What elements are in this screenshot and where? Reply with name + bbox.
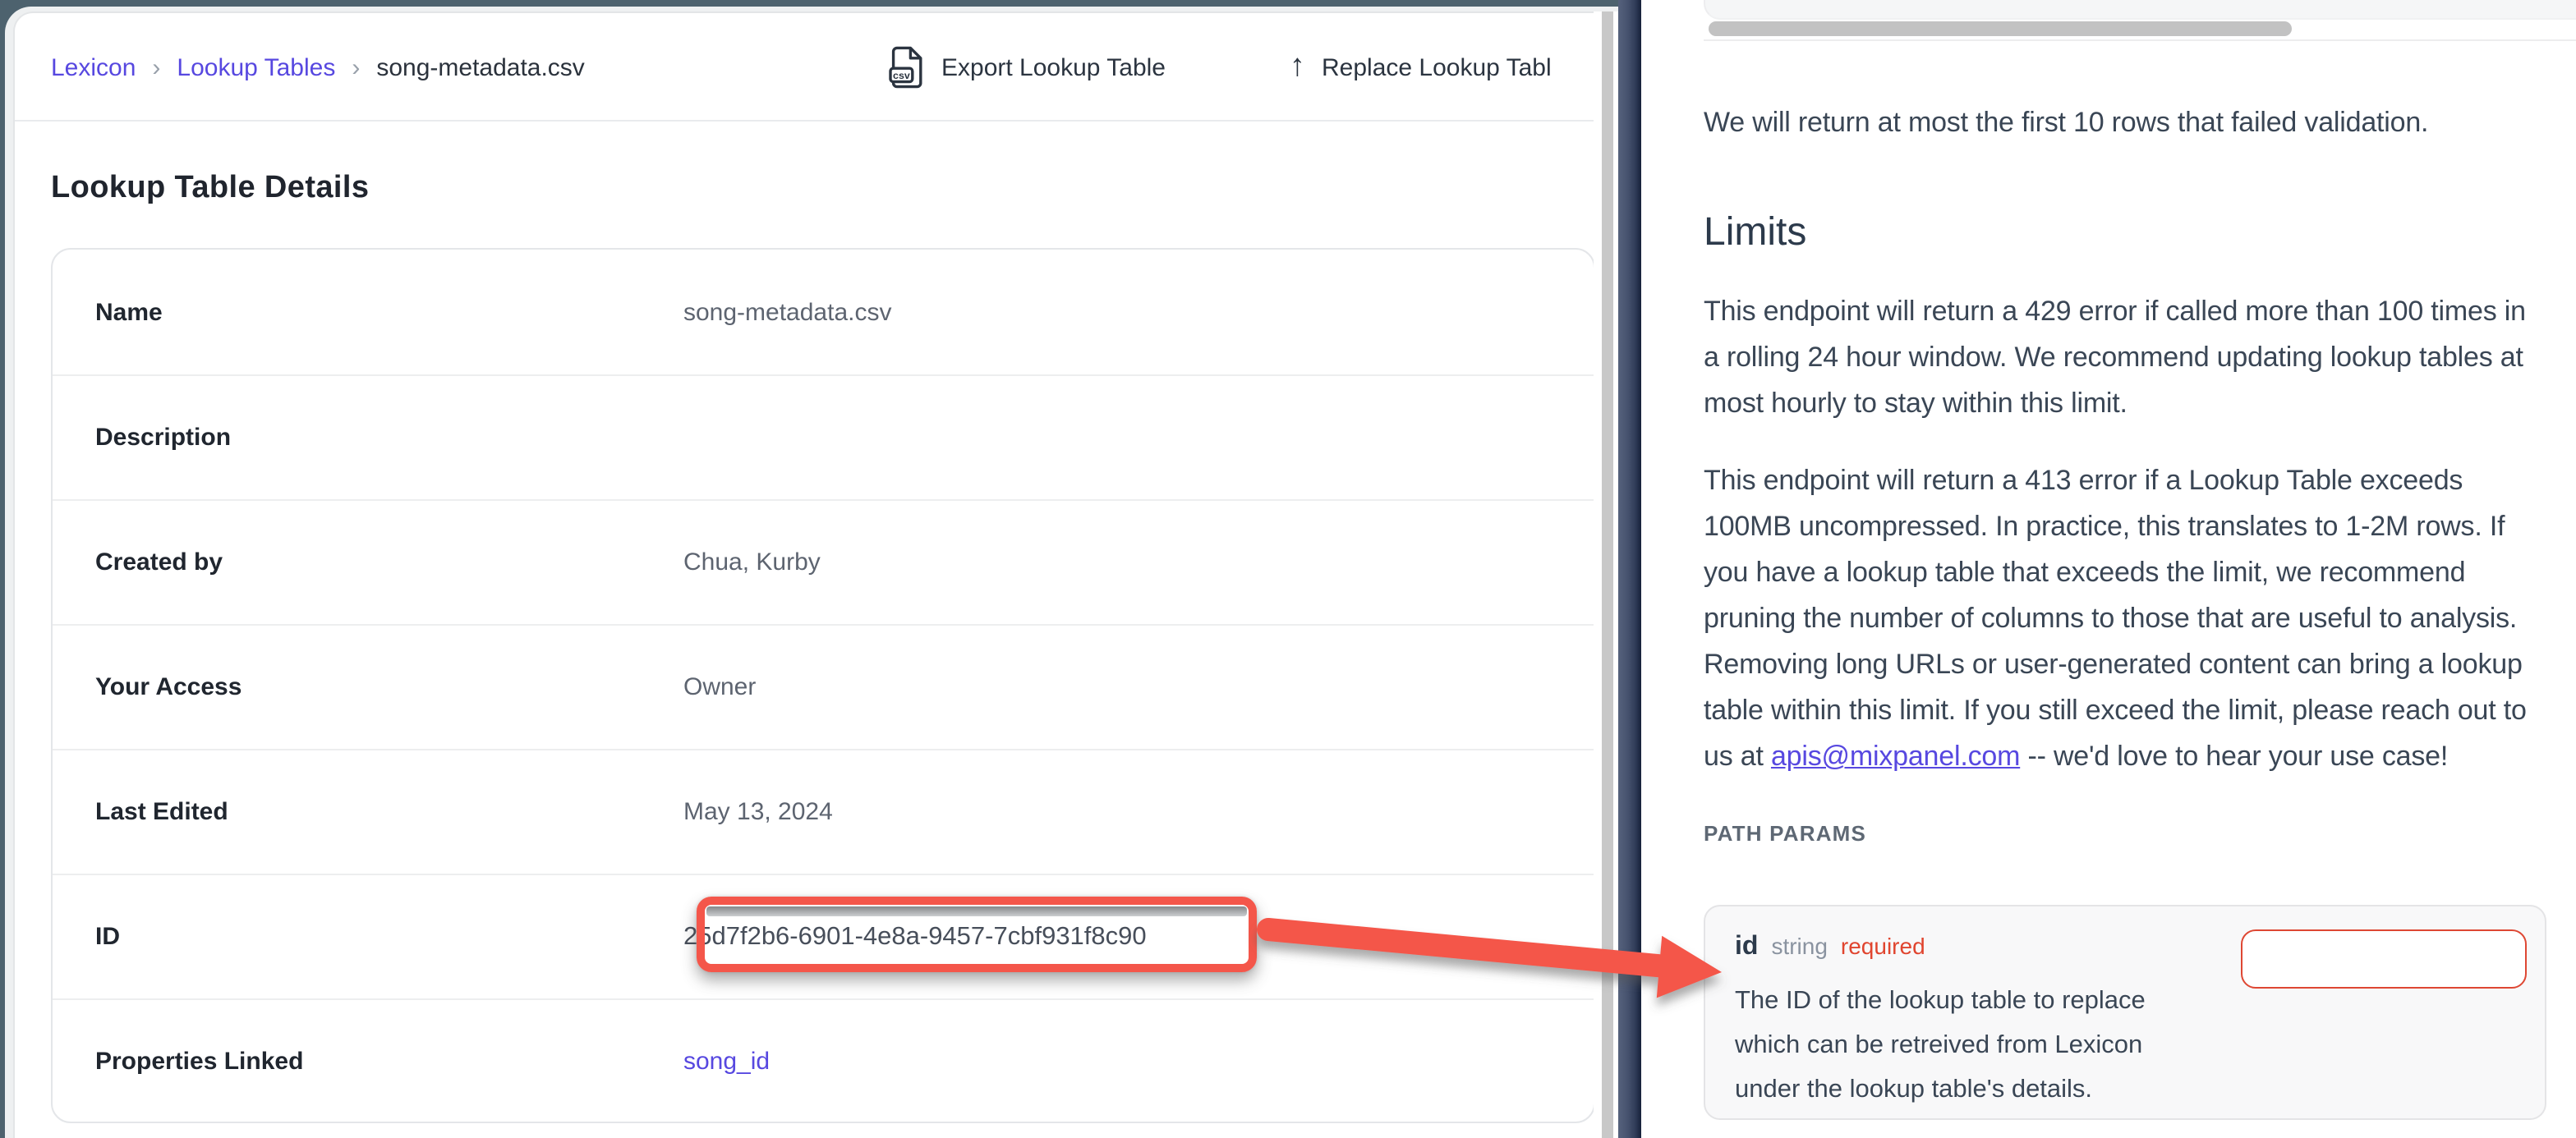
docs-content: We will return at most the first 10 rows… — [1704, 0, 2545, 879]
left-scrollbar-thumb[interactable] — [1602, 11, 1613, 1138]
lookup-table-details-card: Name song-metadata.csv Description Creat… — [51, 248, 1595, 1123]
table-row-properties-linked: Properties Linked song_id — [53, 998, 1594, 1123]
export-button-label: Export Lookup Table — [941, 53, 1166, 81]
breadcrumb-lexicon[interactable]: Lexicon — [51, 53, 136, 81]
row-label: Description — [53, 424, 683, 452]
table-row-description: Description — [53, 374, 1594, 499]
csv-file-icon: csv — [889, 46, 925, 89]
svg-text:csv: csv — [893, 70, 910, 81]
row-value: May 13, 2024 — [683, 798, 833, 826]
row-value: Chua, Kurby — [683, 548, 821, 576]
param-description: The ID of the lookup table to replace wh… — [1735, 979, 2146, 1112]
breadcrumb-bar: Lexicon › Lookup Tables › song-metadata.… — [15, 13, 1618, 122]
table-row-name: Name song-metadata.csv — [53, 250, 1594, 374]
left-scrollbar-track — [1594, 11, 1618, 1138]
param-description-line: which can be retreived from Lexicon — [1735, 1023, 2146, 1067]
docs-intro-text: We will return at most the first 10 rows… — [1704, 100, 2545, 146]
row-label: Your Access — [53, 673, 683, 701]
row-label: Created by — [53, 548, 683, 576]
path-params-label: PATH PARAMS — [1704, 811, 2545, 857]
id-annotation-highlight-box — [697, 897, 1257, 972]
row-value: Owner — [683, 673, 756, 701]
param-header: id string required — [1735, 933, 1925, 962]
chevron-right-icon: › — [352, 53, 360, 81]
screen: Lexicon › Lookup Tables › song-metadata.… — [0, 0, 2576, 1138]
id-param-input[interactable] — [2241, 929, 2527, 989]
param-description-line: under the lookup table's details. — [1735, 1067, 2146, 1112]
paragraph-text: This endpoint will return a 413 error if… — [1704, 465, 2527, 772]
param-description-line: The ID of the lookup table to replace — [1735, 979, 2146, 1023]
paragraph-text: -- we'd love to hear your use case! — [2020, 741, 2448, 772]
upload-arrow-icon: ↑ — [1290, 50, 1305, 81]
limits-paragraph-429: This endpoint will return a 429 error if… — [1704, 289, 2545, 427]
param-name: id — [1735, 933, 1758, 962]
table-row-your-access: Your Access Owner — [53, 624, 1594, 749]
window-divider — [1618, 0, 1641, 1138]
replace-lookup-table-button[interactable]: ↑ Replace Lookup Tabl — [1290, 13, 1552, 122]
table-row-last-edited: Last Edited May 13, 2024 — [53, 749, 1594, 874]
chevron-right-icon: › — [152, 53, 160, 81]
table-row-created-by: Created by Chua, Kurby — [53, 499, 1594, 624]
song-id-property-link[interactable]: song_id — [683, 1048, 770, 1076]
export-lookup-table-button[interactable]: csv Export Lookup Table — [889, 13, 1166, 122]
limits-heading: Limits — [1704, 207, 2545, 259]
row-label: Properties Linked — [53, 1048, 683, 1076]
page-title: Lookup Table Details — [51, 171, 369, 207]
breadcrumb-lookup-tables[interactable]: Lookup Tables — [177, 53, 335, 81]
row-label: ID — [53, 923, 683, 951]
row-label: Name — [53, 298, 683, 326]
breadcrumb: Lexicon › Lookup Tables › song-metadata.… — [51, 13, 585, 122]
id-field-scrollbar — [706, 906, 1247, 916]
param-type: string — [1771, 933, 1827, 959]
limits-paragraph-413: This endpoint will return a 413 error if… — [1704, 458, 2545, 780]
row-value: song-metadata.csv — [683, 298, 891, 326]
path-param-card: id string required The ID of the lookup … — [1704, 905, 2546, 1120]
breadcrumb-current-file: song-metadata.csv — [376, 53, 584, 81]
apis-mixpanel-email-link[interactable]: apis@mixpanel.com — [1771, 741, 2020, 772]
row-label: Last Edited — [53, 798, 683, 826]
replace-button-label: Replace Lookup Tabl — [1322, 53, 1552, 81]
docs-panel: We will return at most the first 10 rows… — [1641, 0, 2576, 1138]
param-required-badge: required — [1841, 933, 1925, 959]
